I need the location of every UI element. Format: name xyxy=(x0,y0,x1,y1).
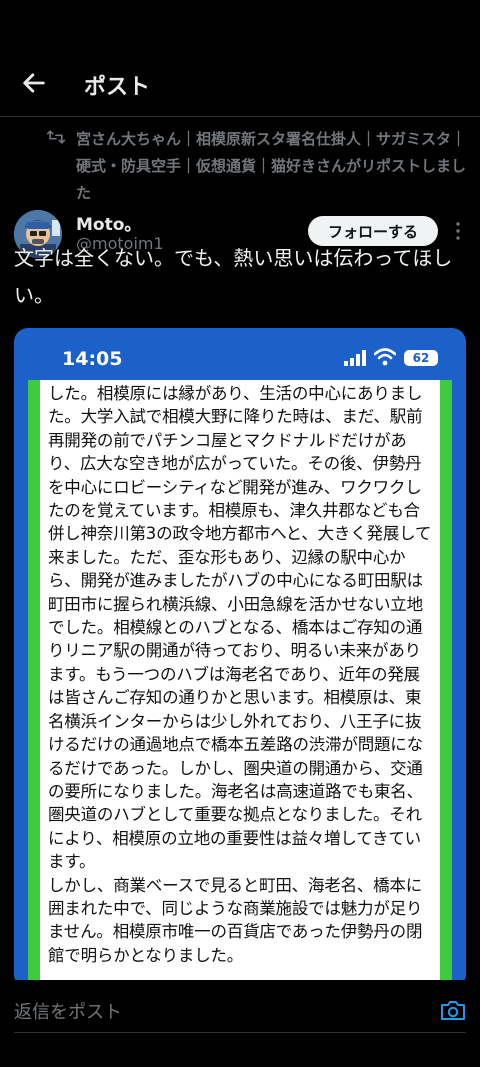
document-text: した。相模原には縁があり、生活の中心にありました。大学入試で相模大野に降りた時は… xyxy=(48,384,432,965)
repost-context[interactable]: 宮さん大ちゃん｜相模原新スタ署名仕掛人｜サガミスタ｜硬式・防具空手｜仮想通貨｜猫… xyxy=(76,126,468,207)
page-title: ポスト xyxy=(84,75,151,100)
signal-icon xyxy=(344,350,366,366)
reply-input[interactable]: 返信をポスト xyxy=(14,998,122,1024)
top-header: ポスト xyxy=(0,55,480,115)
document-page: した。相模原には縁があり、生活の中心にありました。大学入試で相模大野に降りた時は… xyxy=(40,380,440,988)
post-text: 文字は全くない。でも、熱い思いは伝わってほしい。 xyxy=(14,246,453,307)
reply-divider xyxy=(14,1032,466,1033)
back-arrow-icon[interactable] xyxy=(20,69,48,97)
author-name[interactable]: Moto。 xyxy=(76,210,141,235)
attached-image[interactable]: 14:05 62 した。相模原には縁があり、生活の中心にありました。大学入試で相… xyxy=(14,328,466,988)
battery-icon: 62 xyxy=(404,350,438,366)
camera-icon[interactable] xyxy=(440,998,466,1022)
header-divider xyxy=(0,116,480,117)
wifi-icon xyxy=(374,348,396,366)
more-options-icon[interactable] xyxy=(450,220,466,242)
repost-icon xyxy=(46,130,66,144)
status-bar-time: 14:05 xyxy=(62,348,123,370)
reply-bar: 返信をポスト xyxy=(0,980,480,1040)
